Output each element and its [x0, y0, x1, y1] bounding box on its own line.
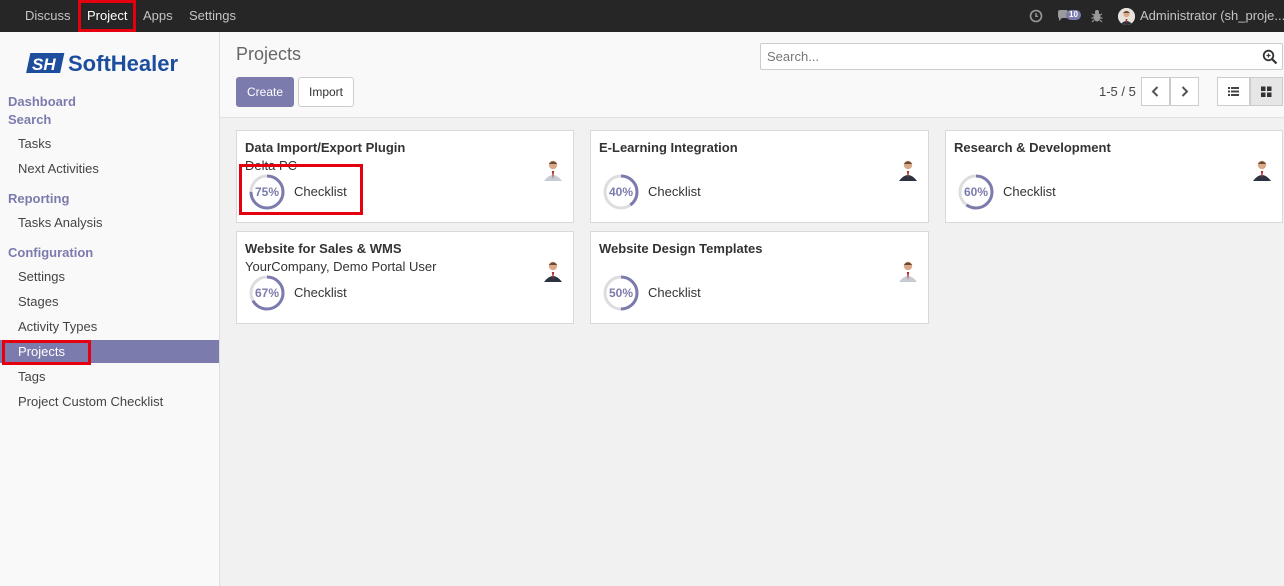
menu-settings[interactable]: Settings: [189, 0, 236, 32]
list-icon: [1228, 87, 1239, 96]
sidebar-item-stages[interactable]: Stages: [0, 290, 219, 313]
menu-apps[interactable]: Apps: [143, 0, 173, 32]
checklist-label[interactable]: Checklist: [1003, 184, 1056, 199]
checklist-label[interactable]: Checklist: [648, 285, 701, 300]
sidebar-item-tags[interactable]: Tags: [0, 365, 219, 388]
user-menu[interactable]: Administrator (sh_proje...: [1140, 0, 1284, 32]
import-button[interactable]: Import: [298, 77, 354, 107]
page-title: Projects: [236, 44, 302, 64]
progress-percent: 40%: [608, 185, 634, 199]
user-avatar[interactable]: [1118, 8, 1135, 25]
project-manager-avatar: [896, 258, 920, 282]
project-card[interactable]: E-Learning Integration 40% Checklist: [590, 130, 929, 223]
kanban-view-button[interactable]: [1250, 77, 1283, 106]
sidebar-section-configuration: Configuration: [8, 245, 94, 260]
project-name[interactable]: Data Import/Export Plugin: [245, 140, 405, 155]
progress-percent: 50%: [608, 286, 634, 300]
clock-icon[interactable]: [1028, 8, 1044, 24]
project-partner: YourCompany, Demo Portal User: [245, 259, 437, 274]
chevron-right-icon: [1181, 86, 1189, 97]
project-manager-avatar: [541, 258, 565, 282]
project-name[interactable]: E-Learning Integration: [599, 140, 738, 155]
menu-discuss[interactable]: Discuss: [25, 0, 71, 32]
softhealer-logo: SH SoftHealer: [26, 51, 178, 76]
highlight-box-checklist: [239, 164, 363, 215]
create-button[interactable]: Create: [236, 77, 294, 107]
progress-percent: 60%: [963, 185, 989, 199]
sidebar-item-settings[interactable]: Settings: [0, 265, 219, 288]
project-manager-avatar: [896, 157, 920, 181]
chat-count-badge: 10: [1066, 10, 1081, 20]
sidebar-item-tasks-analysis[interactable]: Tasks Analysis: [0, 211, 219, 234]
project-card[interactable]: Research & Development 60% Checklist: [945, 130, 1283, 223]
sidebar-item-custom-checklist[interactable]: Project Custom Checklist: [0, 390, 219, 413]
sidebar-item-tasks[interactable]: Tasks: [0, 132, 219, 155]
pager-value[interactable]: 1-5 / 5: [1099, 84, 1136, 99]
kanban-icon: [1261, 86, 1272, 97]
checklist-label[interactable]: Checklist: [294, 285, 347, 300]
kanban-view: Data Import/Export Plugin Delta PC 75% C…: [220, 118, 1284, 586]
highlight-box-projects: [2, 340, 91, 365]
project-name[interactable]: Research & Development: [954, 140, 1111, 155]
chevron-left-icon: [1151, 86, 1159, 97]
pager-next-button[interactable]: [1170, 77, 1199, 106]
search-input[interactable]: [761, 44, 1251, 69]
project-name[interactable]: Website Design Templates: [599, 241, 763, 256]
project-manager-avatar: [541, 157, 565, 181]
sidebar: SH SoftHealer Dashboard Search Tasks Nex…: [0, 32, 220, 586]
search-icon[interactable]: [1262, 49, 1278, 65]
pager-previous-button[interactable]: [1141, 77, 1170, 106]
sidebar-section-dashboard[interactable]: Dashboard: [8, 94, 76, 109]
sidebar-section-reporting: Reporting: [8, 191, 70, 206]
sidebar-item-activity-types[interactable]: Activity Types: [0, 315, 219, 338]
project-card[interactable]: Website for Sales & WMS YourCompany, Dem…: [236, 231, 574, 324]
project-manager-avatar: [1250, 157, 1274, 181]
checklist-label[interactable]: Checklist: [648, 184, 701, 199]
svg-text:SH: SH: [32, 55, 56, 74]
list-view-button[interactable]: [1217, 77, 1250, 106]
menu-project[interactable]: Project: [78, 0, 137, 32]
logo-text: SoftHealer: [68, 51, 178, 76]
search-box: [760, 43, 1283, 70]
bug-icon[interactable]: [1089, 8, 1105, 24]
project-card[interactable]: Website Design Templates 50% Checklist: [590, 231, 929, 324]
project-name[interactable]: Website for Sales & WMS: [245, 241, 402, 256]
sidebar-section-search: Search: [8, 112, 52, 127]
progress-percent: 67%: [254, 286, 280, 300]
sidebar-item-next-activities[interactable]: Next Activities: [0, 157, 219, 180]
top-navbar: Discuss Project Apps Settings 10 Adminis…: [0, 0, 1284, 32]
